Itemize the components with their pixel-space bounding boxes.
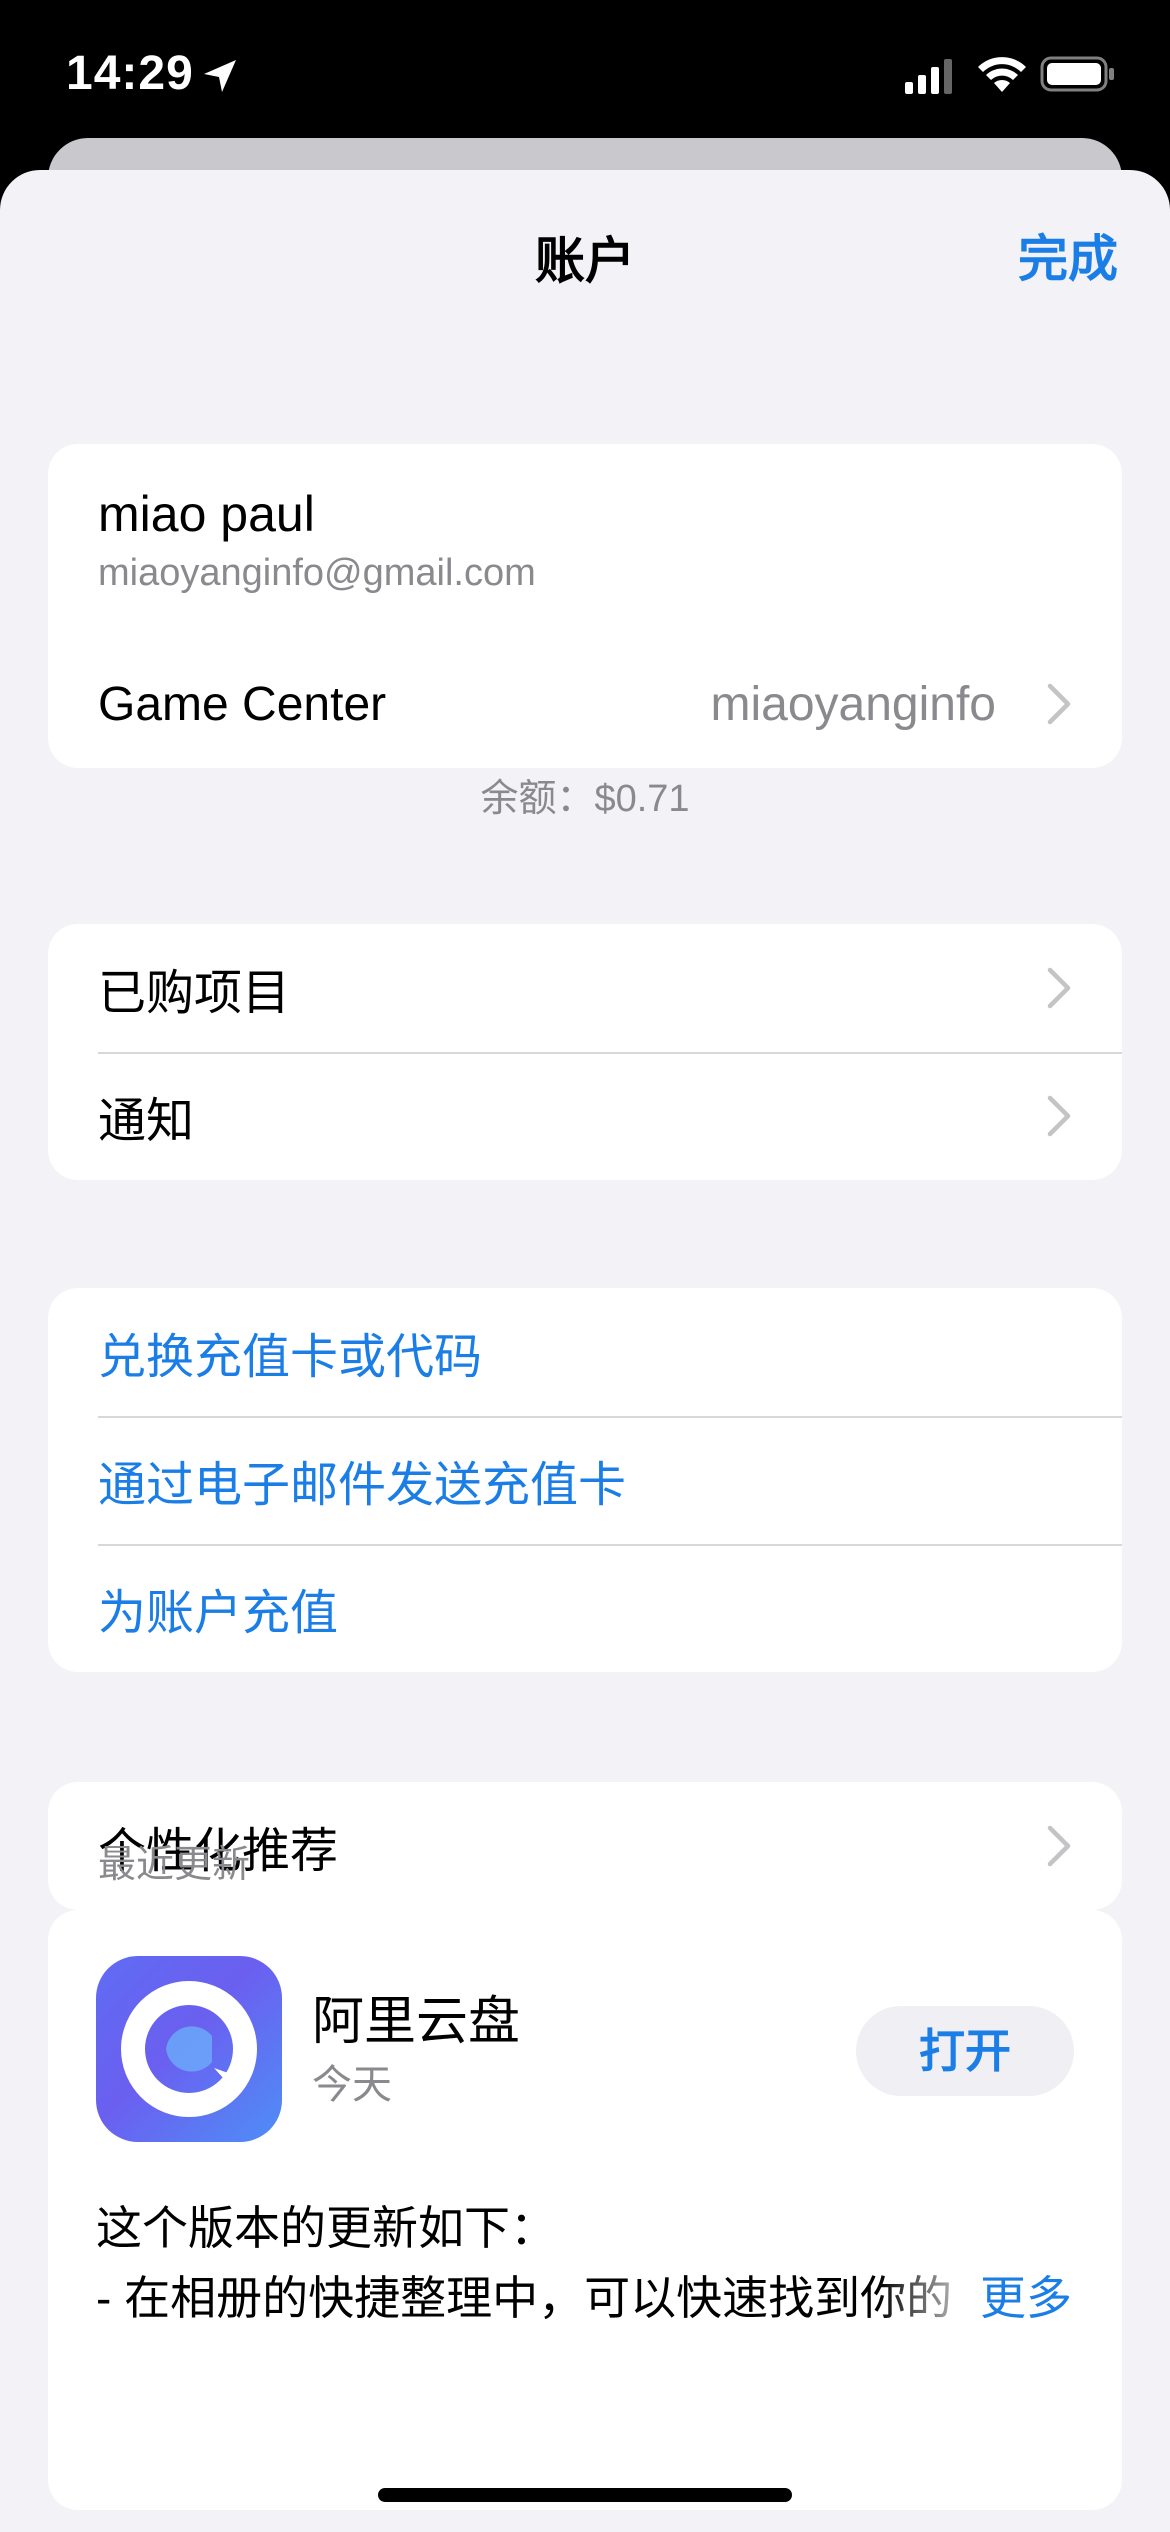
add-funds-row[interactable]: 为账户充值 xyxy=(48,1544,1122,1672)
account-email: miaoyanginfo@gmail.com xyxy=(98,552,536,594)
game-center-label: Game Center xyxy=(98,677,387,731)
notifications-label: 通知 xyxy=(98,1095,195,1148)
open-button[interactable]: 打开 xyxy=(856,2006,1074,2096)
app-name: 阿里云盘 xyxy=(312,1993,521,2051)
gift-card-group: 兑换充值卡或代码 通过电子邮件发送充值卡 为账户充值 xyxy=(48,1288,1122,1672)
app-icon[interactable] xyxy=(96,1956,282,2142)
send-gift-card-label: 通过电子邮件发送充值卡 xyxy=(98,1459,627,1512)
account-name: miao paul xyxy=(98,486,315,542)
done-button[interactable]: 完成 xyxy=(1018,224,1118,294)
app-update-date: 今天 xyxy=(312,2063,392,2107)
home-indicator[interactable] xyxy=(378,2488,792,2502)
status-bar: 14:29 xyxy=(0,0,1170,140)
purchased-label: 已购项目 xyxy=(98,967,291,1020)
redeem-row[interactable]: 兑换充值卡或代码 xyxy=(48,1288,1122,1416)
more-link[interactable]: 更多 xyxy=(980,2266,1072,2330)
chevron-right-icon xyxy=(1047,683,1071,725)
game-center-value: miaoyanginfo xyxy=(710,677,996,731)
redeem-label: 兑换充值卡或代码 xyxy=(98,1331,483,1384)
release-notes-line: - 在相册的快捷整理中，可以快速找到你的 xyxy=(96,2272,953,2324)
page-title: 账户 xyxy=(535,233,635,289)
account-group: miao paul miaoyanginfo@gmail.com Game Ce… xyxy=(48,444,1122,768)
chevron-right-icon xyxy=(1047,1095,1071,1137)
location-arrow-icon xyxy=(204,60,236,92)
app-update-card: 阿里云盘 今天 打开 这个版本的更新如下： - 在相册的快捷整理中，可以快速找到… xyxy=(48,1910,1122,2510)
wifi-icon xyxy=(978,57,1026,92)
add-funds-label: 为账户充值 xyxy=(98,1587,339,1640)
cellular-signal-icon xyxy=(905,59,952,94)
purchases-group: 已购项目 通知 xyxy=(48,924,1122,1180)
purchased-row[interactable]: 已购项目 xyxy=(48,924,1122,1052)
send-gift-card-row[interactable]: 通过电子邮件发送充值卡 xyxy=(48,1416,1122,1544)
recent-updates-header: 最近更新 xyxy=(98,1844,251,1886)
release-notes-line: 这个版本的更新如下： xyxy=(96,2202,556,2254)
chevron-right-icon xyxy=(1047,1825,1071,1867)
battery-icon xyxy=(1040,56,1114,92)
status-time: 14:29 xyxy=(66,47,194,100)
text-fade xyxy=(878,2266,988,2330)
chevron-right-icon xyxy=(1047,967,1071,1009)
balance-text: 余额：$0.71 xyxy=(480,778,690,820)
game-center-row[interactable]: Game Center miaoyanginfo xyxy=(48,640,1122,768)
notifications-row[interactable]: 通知 xyxy=(48,1052,1122,1180)
account-info[interactable]: miao paul miaoyanginfo@gmail.com xyxy=(48,444,1122,640)
aliyun-drive-logo-icon xyxy=(121,1981,257,2117)
